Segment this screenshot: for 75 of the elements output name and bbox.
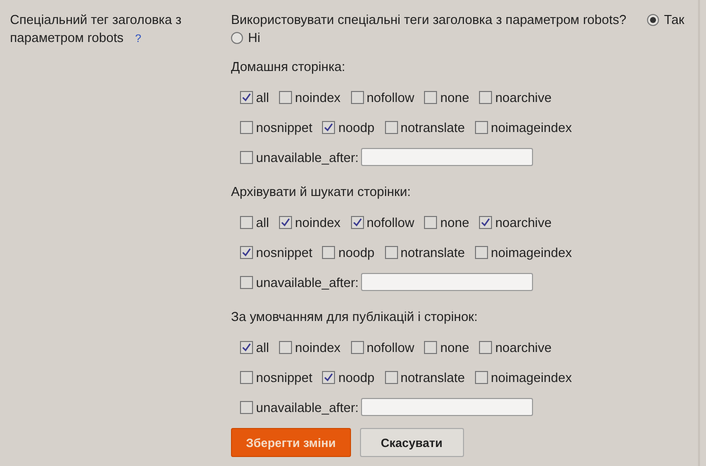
checkbox[interactable]: [279, 216, 292, 228]
checkbox-label: all: [256, 90, 270, 104]
checkbox-label: notranslate: [400, 370, 465, 384]
help-link[interactable]: ?: [135, 33, 142, 45]
radio-label: Так: [664, 11, 684, 29]
checkbox-label: noarchive: [495, 90, 552, 104]
section-title: Архівувати й шукати сторінки:: [231, 183, 412, 201]
checkbox-label: unavailable_after:: [256, 150, 359, 164]
checkbox[interactable]: [350, 216, 364, 228]
checkbox[interactable]: [240, 400, 253, 414]
checkbox[interactable]: [240, 340, 253, 354]
checkbox-label: nofollow: [366, 214, 414, 230]
checkbox[interactable]: [384, 370, 398, 384]
checkbox[interactable]: [424, 90, 438, 104]
date-input-field[interactable]: [360, 148, 533, 166]
date-input-field[interactable]: [360, 398, 533, 416]
checkbox[interactable]: [350, 340, 364, 354]
checkbox[interactable]: [322, 246, 336, 258]
checkbox-label: nosnippet: [256, 244, 312, 260]
checkbox-label: noimageindex: [490, 244, 572, 260]
radio-label: Ні: [248, 29, 260, 47]
date-input-field[interactable]: [360, 273, 533, 291]
checkbox[interactable]: [240, 276, 253, 288]
question-text: Використовувати спеціальні теги заголовка з параметром robots?: [231, 11, 628, 29]
section-title: Домашня сторінка:: [231, 58, 346, 76]
checkbox[interactable]: [479, 216, 492, 228]
checkbox-label: none: [440, 340, 470, 354]
checkbox[interactable]: [479, 340, 492, 354]
checkbox[interactable]: [384, 246, 398, 258]
checkbox[interactable]: [479, 90, 492, 104]
checkbox-label: notranslate: [400, 244, 465, 260]
checkbox-label: noindex: [295, 90, 341, 104]
checkbox-label: none: [440, 214, 470, 230]
checkbox-label: noarchive: [495, 214, 552, 230]
cancel-button[interactable]: Скасувати: [360, 428, 464, 457]
checkbox[interactable]: [240, 90, 253, 104]
checkbox[interactable]: [424, 340, 438, 354]
checkbox[interactable]: [240, 120, 253, 134]
checkbox[interactable]: [279, 90, 292, 104]
checkbox[interactable]: [322, 120, 336, 134]
checkbox-label: notranslate: [400, 120, 465, 134]
checkbox-label: noindex: [295, 340, 341, 354]
checkbox-label: noodp: [338, 120, 375, 134]
checkbox-label: all: [256, 340, 270, 354]
checkbox-label: nofollow: [366, 90, 414, 104]
checkbox[interactable]: [240, 370, 253, 384]
checkbox-label: all: [256, 214, 270, 230]
checkbox-label: none: [440, 90, 470, 104]
setting-label: Спеціальний тег заголовка з параметром robots ?: [10, 11, 183, 47]
checkbox-label: unavailable_after:: [256, 274, 359, 290]
checkbox[interactable]: [279, 340, 292, 354]
radio-button[interactable]: [231, 32, 243, 44]
checkbox-label: noodp: [338, 370, 375, 384]
checkbox-label: nofollow: [366, 340, 414, 354]
radio-button[interactable]: [647, 14, 659, 26]
checkbox[interactable]: [322, 370, 336, 384]
checkbox[interactable]: [384, 120, 398, 134]
checkbox-label: noarchive: [495, 340, 552, 354]
checkbox[interactable]: [424, 216, 438, 228]
save-button[interactable]: Зберегти зміни: [231, 428, 351, 457]
checkbox[interactable]: [474, 120, 488, 134]
checkbox[interactable]: [474, 370, 488, 384]
checkbox-label: nosnippet: [256, 370, 312, 384]
checkbox[interactable]: [474, 246, 488, 258]
checkbox[interactable]: [240, 216, 253, 228]
checkbox[interactable]: [350, 90, 364, 104]
checkbox-label: noimageindex: [490, 120, 572, 134]
checkbox[interactable]: [240, 246, 253, 258]
checkbox[interactable]: [240, 150, 253, 164]
section-title: За умовчанням для публікацій і сторінок:: [231, 308, 479, 326]
checkbox-label: noindex: [295, 214, 341, 230]
checkbox-label: noimageindex: [490, 370, 572, 384]
checkbox-label: noodp: [338, 244, 375, 260]
checkbox-label: nosnippet: [256, 120, 312, 134]
checkbox-label: unavailable_after:: [256, 400, 359, 414]
